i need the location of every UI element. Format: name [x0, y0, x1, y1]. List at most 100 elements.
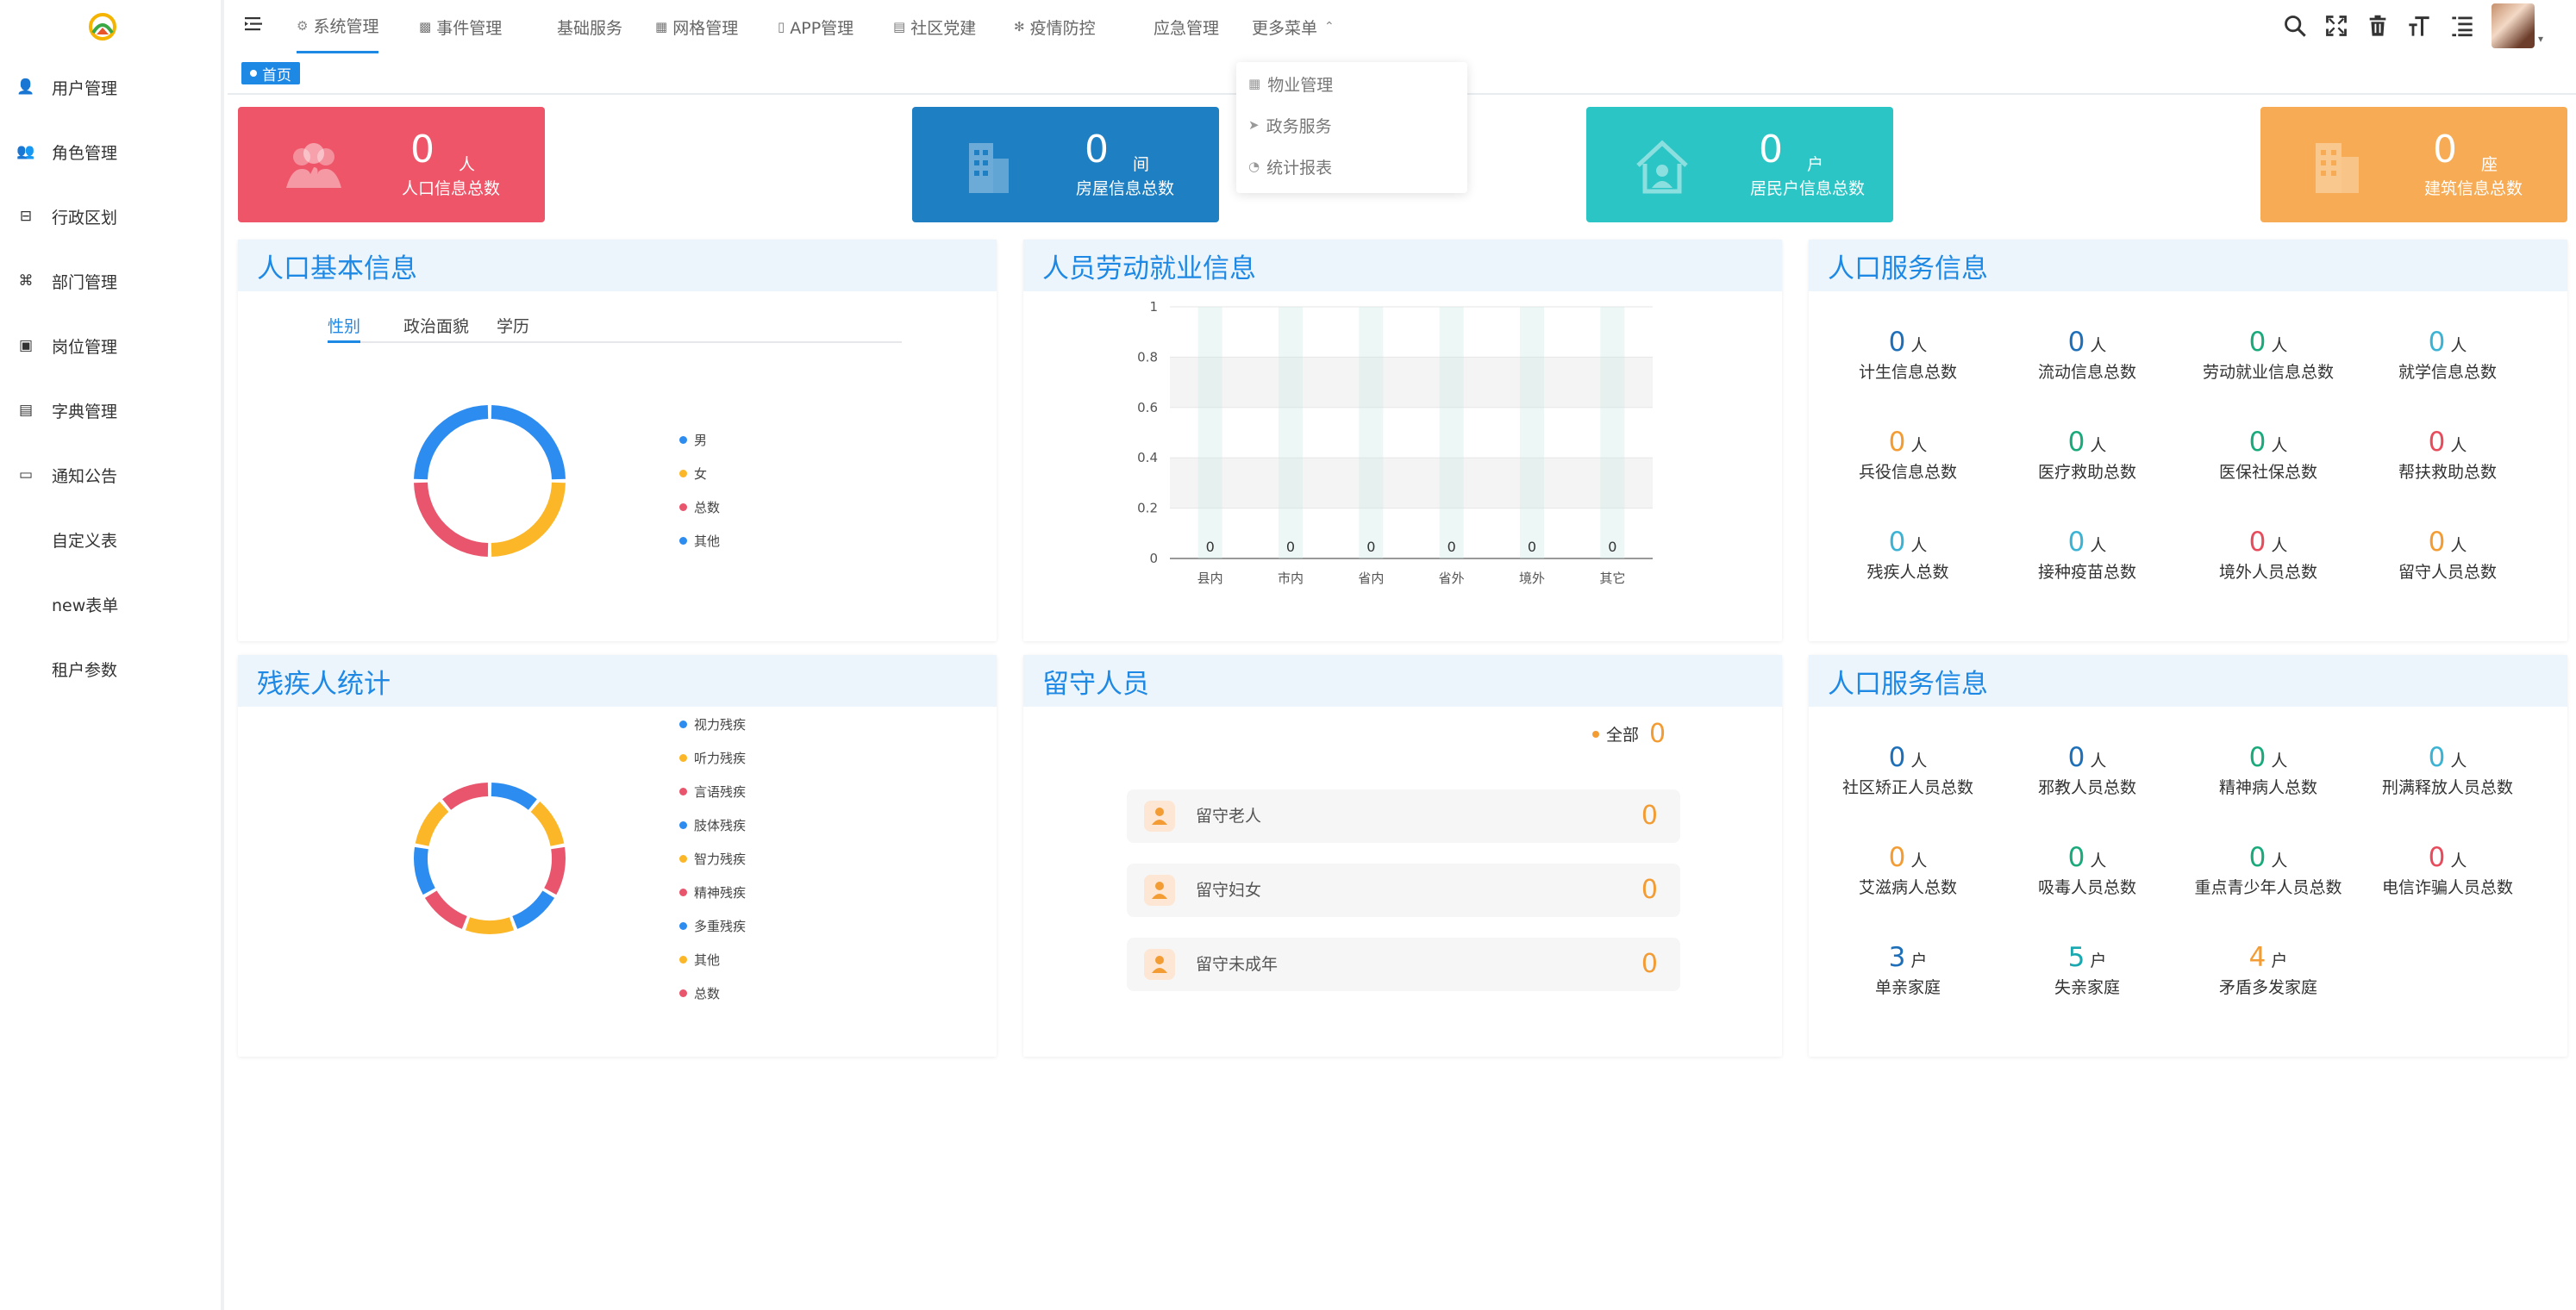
service-stat[interactable]: 0 人医保社保总数 — [2178, 429, 2359, 483]
service-stat[interactable]: 0 人吸毒人员总数 — [1997, 845, 2178, 898]
top-tab[interactable]: 更多菜单 ⌃ — [1252, 0, 1335, 53]
sidebar-item[interactable]: new表单 — [0, 583, 221, 626]
top-tab[interactable]: 应急管理 — [1154, 0, 1219, 53]
service-stat[interactable]: 0 人就学信息总数 — [2357, 329, 2538, 383]
donut-segment[interactable] — [512, 890, 555, 929]
service-stat[interactable]: 0 人留守人员总数 — [2357, 529, 2538, 583]
top-tab[interactable]: 基础服务 — [557, 0, 622, 53]
sidebar-item[interactable]: ⊟ 行政区划 — [0, 195, 221, 238]
donut-segment[interactable] — [415, 802, 449, 847]
sidebar-item[interactable]: ▣ 岗位管理 — [0, 324, 221, 367]
left-behind-total[interactable]: 全部 0 — [1592, 719, 1666, 749]
service-stat[interactable]: 0 人电信诈骗人员总数 — [2357, 845, 2538, 898]
panel-population-service-2: 人口服务信息 0 人社区矫正人员总数 0 人邪教人员总数 0 人精神病人总数 0 人刑满释放人… — [1809, 655, 2567, 1057]
legend-item[interactable]: 其他 — [679, 532, 720, 550]
house-card[interactable]: 0 间房屋信息总数 — [912, 107, 1219, 222]
population-subtab[interactable]: 学历 — [497, 314, 529, 343]
service-stat-value: 3 — [1888, 942, 1906, 973]
service-stat[interactable]: 0 人刑满释放人员总数 — [2357, 745, 2538, 798]
donut-segment[interactable] — [424, 890, 467, 929]
service-stat[interactable]: 5 户失亲家庭 — [1997, 945, 2178, 998]
legend-dot — [679, 989, 687, 997]
donut-segment[interactable] — [414, 405, 489, 480]
service-stat-unit: 人 — [2271, 336, 2288, 355]
list-tree-icon[interactable] — [2450, 14, 2474, 38]
service-stat[interactable]: 0 人接种疫苗总数 — [1997, 529, 2178, 583]
trash-icon[interactable] — [2366, 14, 2390, 38]
sidebar-item[interactable]: 租户参数 — [0, 647, 221, 690]
left-behind-row[interactable]: 留守老人 0 — [1127, 789, 1680, 843]
population-subtab[interactable]: 政治面貌 — [403, 314, 469, 343]
donut-segment[interactable] — [414, 846, 435, 895]
menu-toggle-icon[interactable] — [243, 14, 264, 34]
sidebar-item[interactable]: ▤ 字典管理 — [0, 389, 221, 432]
service-stat-label: 矛盾多发家庭 — [2218, 978, 2317, 997]
donut-segment[interactable] — [491, 482, 566, 557]
legend-item[interactable]: 言语残疾 — [679, 783, 746, 801]
fullscreen-icon[interactable] — [2324, 14, 2348, 38]
legend-item[interactable]: 听力残疾 — [679, 749, 746, 767]
building-card[interactable]: 0 座建筑信息总数 — [2260, 107, 2567, 222]
sidebar-item[interactable]: ⌘ 部门管理 — [0, 259, 221, 303]
population-subtab[interactable]: 性别 — [328, 314, 361, 343]
service-stat[interactable]: 0 人残疾人总数 — [1817, 529, 1998, 583]
user-avatar[interactable] — [2492, 3, 2535, 48]
service-stat[interactable]: 0 人境外人员总数 — [2178, 529, 2359, 583]
legend-dot — [679, 537, 687, 545]
more-menu-item[interactable]: ▦ 物业管理 — [1248, 71, 1333, 97]
service-stat[interactable]: 0 人医疗救助总数 — [1997, 429, 2178, 483]
left-behind-row[interactable]: 留守未成年 0 — [1127, 938, 1680, 991]
sidebar-item[interactable]: 👥 角色管理 — [0, 130, 221, 173]
legend-item[interactable]: 精神残疾 — [679, 883, 746, 901]
sidebar-item[interactable]: ▭ 通知公告 — [0, 453, 221, 496]
service-stat[interactable]: 0 人计生信息总数 — [1817, 329, 1998, 383]
service-stat[interactable]: 4 户矛盾多发家庭 — [2178, 945, 2359, 998]
x-tick-label: 县内 — [1197, 571, 1223, 586]
top-tab[interactable]: ⚙ 系统管理 — [297, 0, 379, 53]
top-tab[interactable]: ✻ 疫情防控 — [1014, 0, 1096, 53]
legend-item[interactable]: 男 — [679, 431, 707, 449]
legend-item[interactable]: 女 — [679, 465, 707, 483]
service-stat[interactable]: 0 人重点青少年人员总数 — [2178, 845, 2359, 898]
more-menu-item[interactable]: ➤ 政务服务 — [1248, 112, 1332, 138]
donut-segment[interactable] — [414, 482, 489, 557]
top-tab[interactable]: ▯ APP管理 — [778, 0, 853, 53]
household-card[interactable]: 0 户居民户信息总数 — [1586, 107, 1893, 222]
sidebar-item[interactable]: 自定义表 — [0, 518, 221, 561]
font-size-icon[interactable] — [2407, 14, 2431, 38]
legend-item[interactable]: 视力残疾 — [679, 715, 746, 733]
tag-home[interactable]: 首页 — [241, 62, 300, 84]
service-stat-unit: 人 — [2090, 536, 2107, 555]
search-icon[interactable] — [2283, 14, 2307, 38]
top-tab[interactable]: ▤ 社区党建 — [893, 0, 976, 53]
service-stat[interactable]: 0 人流动信息总数 — [1997, 329, 2178, 383]
service-stat[interactable]: 0 人兵役信息总数 — [1817, 429, 1998, 483]
population-card[interactable]: 0 人人口信息总数 — [238, 107, 545, 222]
top-tab[interactable]: ▩ 事件管理 — [419, 0, 502, 53]
service-stat[interactable]: 0 人精神病人总数 — [2178, 745, 2359, 798]
left-behind-row[interactable]: 留守妇女 0 — [1127, 864, 1680, 917]
sidebar-item[interactable]: 👤 用户管理 — [0, 66, 221, 109]
donut-segment[interactable] — [465, 917, 515, 934]
donut-segment[interactable] — [491, 405, 566, 480]
service-stat[interactable]: 0 人帮扶救助总数 — [2357, 429, 2538, 483]
service-stat[interactable]: 0 人劳动就业信息总数 — [2178, 329, 2359, 383]
service-stat[interactable]: 0 人艾滋病人总数 — [1817, 845, 1998, 898]
more-menu-item[interactable]: ◔ 统计报表 — [1248, 153, 1332, 179]
legend-item[interactable]: 智力残疾 — [679, 850, 746, 868]
legend-item[interactable]: 总数 — [679, 984, 720, 1002]
donut-segment[interactable] — [530, 802, 565, 847]
legend-item[interactable]: 多重残疾 — [679, 917, 746, 935]
service-stat[interactable]: 0 人社区矫正人员总数 — [1817, 745, 1998, 798]
legend-item[interactable]: 肢体残疾 — [679, 816, 746, 834]
legend-item[interactable]: 其他 — [679, 951, 720, 969]
avatar-caret-icon[interactable]: ▾ — [2538, 33, 2543, 45]
donut-segment[interactable] — [491, 783, 537, 810]
donut-segment[interactable] — [442, 783, 489, 810]
top-tab[interactable]: ▦ 网格管理 — [655, 0, 738, 53]
donut-segment[interactable] — [544, 846, 566, 895]
x-tick-label: 省外 — [1439, 571, 1465, 586]
legend-item[interactable]: 总数 — [679, 498, 720, 516]
service-stat[interactable]: 3 户单亲家庭 — [1817, 945, 1998, 998]
service-stat[interactable]: 0 人邪教人员总数 — [1997, 745, 2178, 798]
